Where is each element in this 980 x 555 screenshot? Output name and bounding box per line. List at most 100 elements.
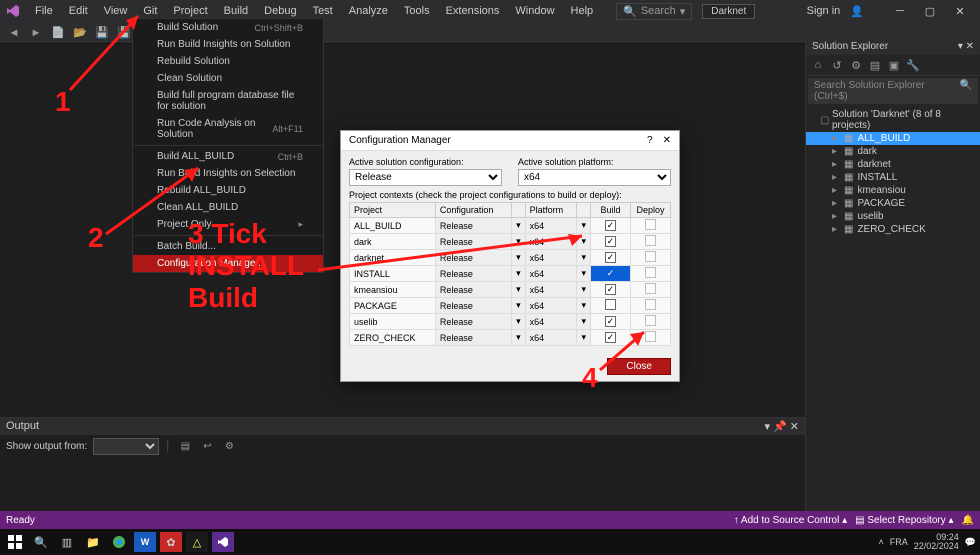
home-icon[interactable]: ⌂ bbox=[810, 57, 826, 73]
menu-git[interactable]: Git bbox=[136, 3, 164, 19]
cell-build[interactable] bbox=[591, 298, 631, 314]
cell-deploy[interactable] bbox=[631, 266, 671, 282]
filter-icon[interactable]: ▤ bbox=[867, 57, 883, 73]
menu-debug[interactable]: Debug bbox=[257, 3, 303, 19]
cell-platform[interactable]: x64 bbox=[525, 266, 577, 282]
solution-project-kmeansiou[interactable]: ▸▦kmeansiou bbox=[806, 184, 980, 197]
status-select-repo[interactable]: ▤ Select Repository ▴ bbox=[855, 515, 953, 526]
tray-lang[interactable]: FRA bbox=[890, 537, 908, 547]
cell-config-dd[interactable]: ▾ bbox=[512, 250, 526, 266]
solution-search[interactable]: Search Solution Explorer (Ctrl+$)🔍 bbox=[808, 78, 978, 104]
menu-code-analysis[interactable]: Run Code Analysis on SolutionAlt+F11 bbox=[133, 115, 323, 143]
cell-config[interactable]: Release bbox=[435, 298, 511, 314]
menu-window[interactable]: Window bbox=[508, 3, 561, 19]
dialog-help-icon[interactable]: ? bbox=[647, 135, 653, 146]
search-box[interactable]: 🔍 Search ▾ bbox=[616, 3, 692, 20]
close-button[interactable]: ✕ bbox=[946, 1, 974, 21]
solution-project-install[interactable]: ▸▦INSTALL bbox=[806, 171, 980, 184]
solution-project-dark[interactable]: ▸▦dark bbox=[806, 145, 980, 158]
wrench-icon[interactable]: 🔧 bbox=[905, 57, 921, 73]
menu-analyze[interactable]: Analyze bbox=[342, 3, 395, 19]
menu-rebuild-all[interactable]: Rebuild ALL_BUILD bbox=[133, 182, 323, 199]
menu-batch-build[interactable]: Batch Build... bbox=[133, 238, 323, 255]
user-icon[interactable]: 👤 bbox=[850, 5, 864, 18]
menu-project-only[interactable]: Project Only▸ bbox=[133, 216, 323, 233]
cell-platform[interactable]: x64 bbox=[525, 314, 577, 330]
nav-fwd-icon[interactable]: ► bbox=[28, 25, 44, 41]
active-platform-dropdown[interactable]: x64 bbox=[518, 169, 671, 186]
cell-config[interactable]: Release bbox=[435, 218, 511, 234]
tool-icon[interactable]: ⚙ bbox=[848, 57, 864, 73]
nav-back-icon[interactable]: ◄ bbox=[6, 25, 22, 41]
cell-platform-dd[interactable]: ▾ bbox=[577, 314, 591, 330]
save-icon[interactable]: 💾 bbox=[94, 25, 110, 41]
cell-deploy[interactable] bbox=[631, 250, 671, 266]
cell-build[interactable] bbox=[591, 282, 631, 298]
cell-config-dd[interactable]: ▾ bbox=[512, 314, 526, 330]
solution-project-darknet[interactable]: ▸▦darknet bbox=[806, 158, 980, 171]
cell-deploy[interactable] bbox=[631, 218, 671, 234]
taskbar-vs-icon[interactable] bbox=[212, 532, 234, 552]
cell-platform[interactable]: x64 bbox=[525, 282, 577, 298]
cell-build[interactable] bbox=[591, 314, 631, 330]
cell-build[interactable] bbox=[591, 250, 631, 266]
tray-notifications-icon[interactable]: 💬 bbox=[965, 537, 976, 548]
menu-help[interactable]: Help bbox=[564, 3, 601, 19]
solution-project-package[interactable]: ▸▦PACKAGE bbox=[806, 197, 980, 210]
cell-deploy[interactable] bbox=[631, 282, 671, 298]
menu-extensions[interactable]: Extensions bbox=[439, 3, 507, 19]
menu-tools[interactable]: Tools bbox=[397, 3, 437, 19]
cell-platform-dd[interactable]: ▾ bbox=[577, 234, 591, 250]
cell-build[interactable] bbox=[591, 234, 631, 250]
cell-platform[interactable]: x64 bbox=[525, 218, 577, 234]
solution-project-all_build[interactable]: ▸▦ALL_BUILD bbox=[806, 132, 980, 145]
taskbar-word-icon[interactable]: W bbox=[134, 532, 156, 552]
cell-config-dd[interactable]: ▾ bbox=[512, 234, 526, 250]
menu-clean-all[interactable]: Clean ALL_BUILD bbox=[133, 199, 323, 216]
output-source-dropdown[interactable] bbox=[93, 438, 159, 455]
solution-project-uselib[interactable]: ▸▦uselib bbox=[806, 210, 980, 223]
cell-build[interactable] bbox=[591, 218, 631, 234]
collapse-icon[interactable]: ▣ bbox=[886, 57, 902, 73]
dialog-close-icon[interactable]: ✕ bbox=[663, 135, 671, 146]
cell-config[interactable]: Release bbox=[435, 330, 511, 346]
menu-build[interactable]: Build bbox=[217, 3, 255, 19]
cell-config[interactable]: Release bbox=[435, 266, 511, 282]
menu-clean-solution[interactable]: Clean Solution bbox=[133, 70, 323, 87]
new-icon[interactable]: 📄 bbox=[50, 25, 66, 41]
menu-build-solution[interactable]: Build SolutionCtrl+Shift+B bbox=[133, 19, 323, 36]
start-button[interactable] bbox=[4, 532, 26, 552]
menu-test[interactable]: Test bbox=[306, 3, 340, 19]
cell-deploy[interactable] bbox=[631, 330, 671, 346]
taskbar-explorer-icon[interactable]: 📁 bbox=[82, 532, 104, 552]
active-config-dropdown[interactable]: Release bbox=[349, 169, 502, 186]
cell-platform[interactable]: x64 bbox=[525, 298, 577, 314]
minimize-button[interactable]: ─ bbox=[886, 1, 914, 21]
cell-deploy[interactable] bbox=[631, 314, 671, 330]
cell-platform[interactable]: x64 bbox=[525, 330, 577, 346]
menu-file[interactable]: File bbox=[28, 3, 60, 19]
cell-platform[interactable]: x64 bbox=[525, 234, 577, 250]
menu-run-build-insights[interactable]: Run Build Insights on Solution bbox=[133, 36, 323, 53]
cell-platform-dd[interactable]: ▾ bbox=[577, 298, 591, 314]
taskbar-taskview-icon[interactable]: ▥ bbox=[56, 532, 78, 552]
cell-config-dd[interactable]: ▾ bbox=[512, 330, 526, 346]
signin-link[interactable]: Sign in bbox=[807, 5, 841, 17]
cell-platform-dd[interactable]: ▾ bbox=[577, 330, 591, 346]
solution-project-zero_check[interactable]: ▸▦ZERO_CHECK bbox=[806, 223, 980, 236]
output-clear-icon[interactable]: ▤ bbox=[177, 439, 193, 455]
cell-config[interactable]: Release bbox=[435, 234, 511, 250]
menu-edit[interactable]: Edit bbox=[62, 3, 95, 19]
menu-full-db[interactable]: Build full program database file for sol… bbox=[133, 87, 323, 115]
cell-config-dd[interactable]: ▾ bbox=[512, 266, 526, 282]
menu-project[interactable]: Project bbox=[166, 3, 214, 19]
dialog-close-button[interactable]: Close bbox=[607, 358, 671, 375]
taskbar-app1-icon[interactable]: ✿ bbox=[160, 532, 182, 552]
solution-root[interactable]: ▢Solution 'Darknet' (8 of 8 projects) bbox=[806, 108, 980, 132]
cell-config-dd[interactable]: ▾ bbox=[512, 282, 526, 298]
solution-config-dropdown[interactable]: Darknet bbox=[702, 4, 755, 19]
output-wrap-icon[interactable]: ↩ bbox=[199, 439, 215, 455]
cell-config-dd[interactable]: ▾ bbox=[512, 218, 526, 234]
menu-run-insights-sel[interactable]: Run Build Insights on Selection bbox=[133, 165, 323, 182]
cell-config[interactable]: Release bbox=[435, 282, 511, 298]
